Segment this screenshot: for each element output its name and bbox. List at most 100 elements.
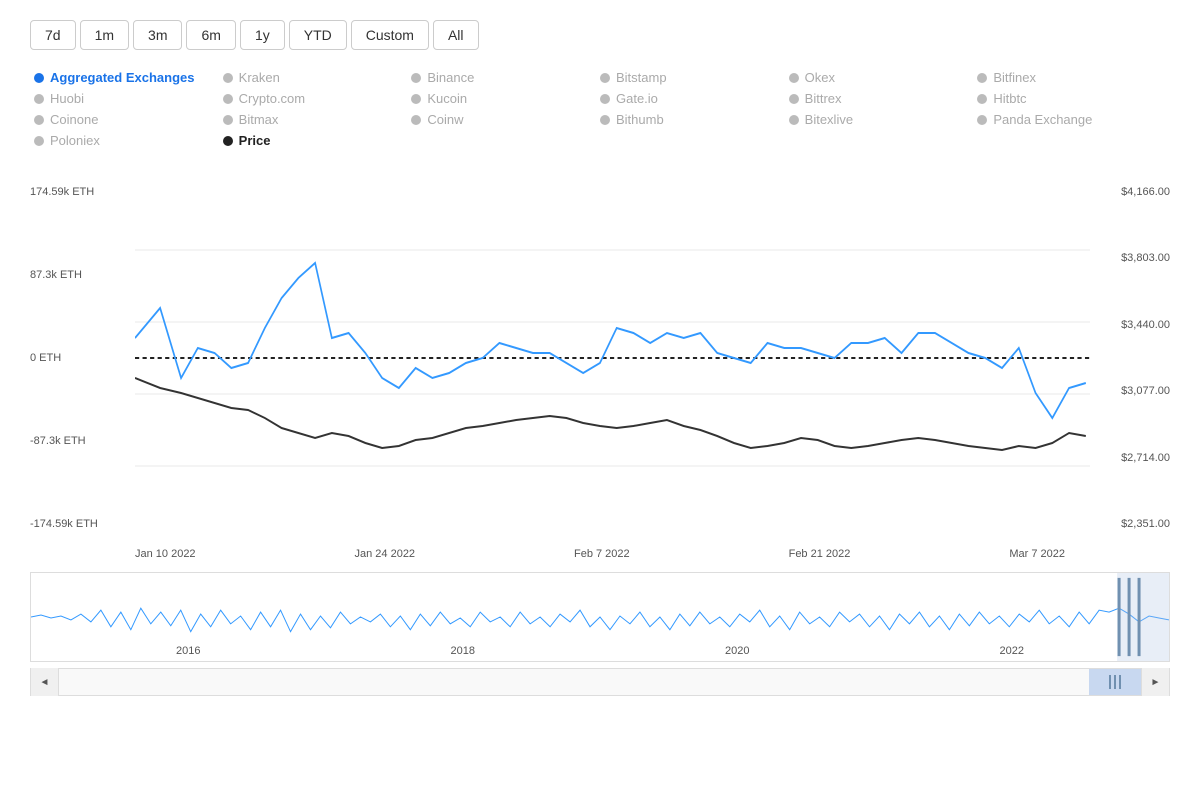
- legend-dot-bithumb: [600, 115, 610, 125]
- mini-x-label-3: 2022: [1000, 645, 1024, 657]
- main-chart-svg: [30, 178, 1170, 538]
- scroll-track[interactable]: [59, 669, 1141, 695]
- legend-dot-huobi: [34, 94, 44, 104]
- legend-item-bitfinex[interactable]: Bitfinex: [977, 70, 1166, 85]
- x-label-1: Jan 24 2022: [355, 548, 416, 560]
- legend-label: Coinw: [427, 112, 463, 127]
- legend-label: Huobi: [50, 91, 84, 106]
- scroll-right-button[interactable]: ►: [1141, 668, 1169, 696]
- legend-label: Bittrex: [805, 91, 842, 106]
- time-btn-1y[interactable]: 1y: [240, 20, 285, 50]
- legend-dot-bittrex: [789, 94, 799, 104]
- y-right-label-3: $3,077.00: [1095, 385, 1170, 397]
- legend-item-kraken[interactable]: Kraken: [223, 70, 412, 85]
- legend-item-hitbtc[interactable]: Hitbtc: [977, 91, 1166, 106]
- y-right-label-4: $2,714.00: [1095, 452, 1170, 464]
- time-btn-6m[interactable]: 6m: [186, 20, 235, 50]
- legend-label: Bitexlive: [805, 112, 853, 127]
- time-btn-custom[interactable]: Custom: [351, 20, 429, 50]
- scroll-left-button[interactable]: ◄: [31, 668, 59, 696]
- chart-legend: Aggregated Exchanges Kraken Binance Bitstam…: [30, 70, 1170, 148]
- y-right-label-5: $2,351.00: [1095, 518, 1170, 530]
- legend-item-aggregated-exchanges[interactable]: Aggregated Exchanges: [34, 70, 223, 85]
- legend-dot-price: [223, 136, 233, 146]
- legend-item-coinw[interactable]: Coinw: [411, 112, 600, 127]
- legend-item-bittrex[interactable]: Bittrex: [789, 91, 978, 106]
- y-right-label-1: $3,803.00: [1095, 252, 1170, 264]
- x-axis: Jan 10 2022 Jan 24 2022 Feb 7 2022 Feb 21 2…: [30, 548, 1170, 560]
- legend-dot-panda-exchange: [977, 115, 987, 125]
- legend-label: Kucoin: [427, 91, 467, 106]
- time-btn-1m[interactable]: 1m: [80, 20, 129, 50]
- legend-label: Panda Exchange: [993, 112, 1092, 127]
- legend-item-poloniex[interactable]: Poloniex: [34, 133, 223, 148]
- legend-dot-kraken: [223, 73, 233, 83]
- legend-label: Okex: [805, 70, 835, 85]
- time-btn-3m[interactable]: 3m: [133, 20, 182, 50]
- y-left-label-0: 174.59k ETH: [30, 186, 130, 198]
- legend-dot-binance: [411, 73, 421, 83]
- mini-chart-area: 2016 2018 2020 2022: [30, 572, 1170, 662]
- legend-item-coinone[interactable]: Coinone: [34, 112, 223, 127]
- legend-item-bithumb[interactable]: Bithumb: [600, 112, 789, 127]
- legend-label: Crypto.com: [239, 91, 305, 106]
- legend-label: Poloniex: [50, 133, 100, 148]
- scroll-handle[interactable]: [1089, 669, 1141, 695]
- legend-item-crypto.com[interactable]: Crypto.com: [223, 91, 412, 106]
- legend-dot-aggregated-exchanges: [34, 73, 44, 83]
- y-right-label-2: $3,440.00: [1095, 319, 1170, 331]
- legend-item-bitstamp[interactable]: Bitstamp: [600, 70, 789, 85]
- scrollbar: ◄ ►: [30, 668, 1170, 696]
- x-label-3: Feb 21 2022: [789, 548, 851, 560]
- legend-item-gate.io[interactable]: Gate.io: [600, 91, 789, 106]
- legend-label: Aggregated Exchanges: [50, 70, 195, 85]
- legend-item-bitmax[interactable]: Bitmax: [223, 112, 412, 127]
- legend-label: Price: [239, 133, 271, 148]
- legend-dot-okex: [789, 73, 799, 83]
- legend-dot-crypto.com: [223, 94, 233, 104]
- x-label-4: Mar 7 2022: [1009, 548, 1065, 560]
- y-left-label-4: -174.59k ETH: [30, 518, 130, 530]
- x-label-0: Jan 10 2022: [135, 548, 196, 560]
- time-btn-7d[interactable]: 7d: [30, 20, 76, 50]
- legend-dot-hitbtc: [977, 94, 987, 104]
- y-axis-right: $4,166.00$3,803.00$3,440.00$3,077.00$2,7…: [1095, 178, 1170, 538]
- legend-label: Kraken: [239, 70, 280, 85]
- legend-dot-coinone: [34, 115, 44, 125]
- y-axis-left: 174.59k ETH87.3k ETH0 ETH-87.3k ETH-174.…: [30, 178, 130, 538]
- legend-item-kucoin[interactable]: Kucoin: [411, 91, 600, 106]
- handle-line-2: [1114, 675, 1116, 689]
- handle-line-3: [1119, 675, 1121, 689]
- time-range-buttons: 7d1m3m6m1yYTDCustomAll: [30, 20, 1170, 50]
- time-btn-ytd[interactable]: YTD: [289, 20, 347, 50]
- legend-item-bitexlive[interactable]: Bitexlive: [789, 112, 978, 127]
- legend-dot-kucoin: [411, 94, 421, 104]
- legend-dot-poloniex: [34, 136, 44, 146]
- x-label-2: Feb 7 2022: [574, 548, 630, 560]
- main-container: 7d1m3m6m1yYTDCustomAll Aggregated Exchan…: [0, 0, 1200, 800]
- legend-dot-bitmax: [223, 115, 233, 125]
- legend-item-huobi[interactable]: Huobi: [34, 91, 223, 106]
- legend-dot-bitstamp: [600, 73, 610, 83]
- legend-item-price[interactable]: Price: [223, 133, 412, 148]
- legend-dot-coinw: [411, 115, 421, 125]
- y-left-label-3: -87.3k ETH: [30, 435, 130, 447]
- handle-line-1: [1109, 675, 1111, 689]
- legend-label: Bithumb: [616, 112, 664, 127]
- legend-dot-gate.io: [600, 94, 610, 104]
- legend-label: Bitmax: [239, 112, 279, 127]
- main-chart-area: 174.59k ETH87.3k ETH0 ETH-87.3k ETH-174.…: [30, 178, 1170, 538]
- legend-label: Hitbtc: [993, 91, 1026, 106]
- legend-label: Binance: [427, 70, 474, 85]
- legend-label: Bitstamp: [616, 70, 667, 85]
- y-left-label-2: 0 ETH: [30, 352, 130, 364]
- mini-x-label-1: 2018: [451, 645, 475, 657]
- mini-x-label-2: 2020: [725, 645, 749, 657]
- time-btn-all[interactable]: All: [433, 20, 479, 50]
- legend-item-panda-exchange[interactable]: Panda Exchange: [977, 112, 1166, 127]
- legend-item-binance[interactable]: Binance: [411, 70, 600, 85]
- mini-x-label-0: 2016: [176, 645, 200, 657]
- handle-lines: [1109, 675, 1121, 689]
- legend-item-okex[interactable]: Okex: [789, 70, 978, 85]
- legend-label: Bitfinex: [993, 70, 1036, 85]
